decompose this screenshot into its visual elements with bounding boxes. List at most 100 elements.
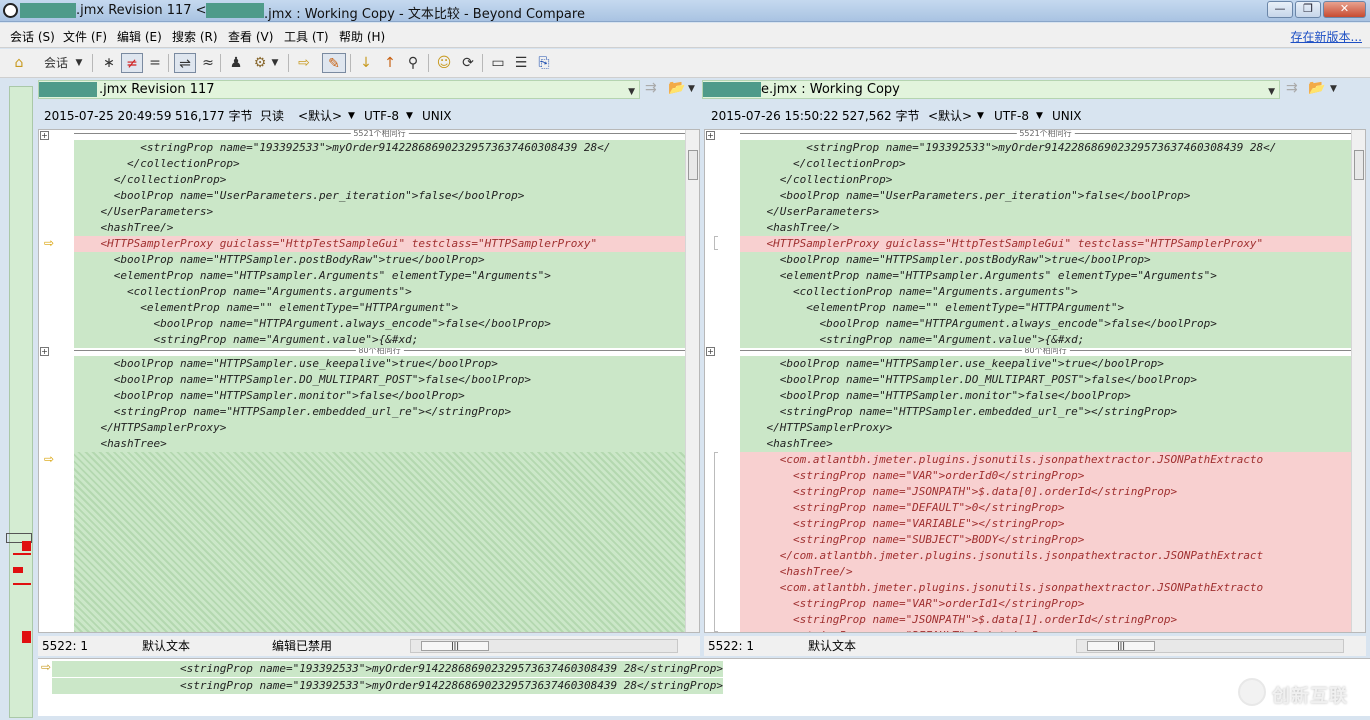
menu-help[interactable]: 帮助 (H) xyxy=(339,28,385,45)
code-line[interactable]: <boolProp name="HTTPSampler.monitor">fal… xyxy=(74,388,685,404)
code-line[interactable]: </collectionProp> xyxy=(74,156,685,172)
code-line[interactable]: <hashTree> xyxy=(740,436,1351,452)
code-line[interactable]: <hashTree/> xyxy=(740,220,1351,236)
code-line[interactable]: <stringProp name="DEFAULT">0</stringProp… xyxy=(740,500,1351,516)
eol-selector[interactable]: UNIX xyxy=(1052,104,1082,128)
code-line[interactable]: <boolProp name="HTTPSampler.monitor">fal… xyxy=(740,388,1351,404)
left-icon[interactable]: ▭ xyxy=(488,53,508,73)
expand-icon[interactable]: + xyxy=(706,131,715,140)
code-line[interactable]: </HTTPSamplerProxy> xyxy=(740,420,1351,436)
code-line[interactable]: </collectionProp> xyxy=(74,172,685,188)
menu-view[interactable]: 查看 (V) xyxy=(228,28,273,45)
code-line[interactable]: <boolProp name="HTTPSampler.postBodyRaw"… xyxy=(740,252,1351,268)
scrollbar-thumb[interactable] xyxy=(1354,150,1364,180)
all-diff-icon[interactable]: ∗ xyxy=(100,53,118,73)
code-line[interactable]: <hashTree/> xyxy=(74,220,685,236)
readonly-label[interactable]: 只读 xyxy=(260,104,284,128)
open-folder-icon[interactable]: 📂 xyxy=(668,80,685,96)
code-line[interactable]: <stringProp name="SUBJECT">BODY</stringP… xyxy=(740,532,1351,548)
expand-icon[interactable]: + xyxy=(40,347,49,356)
swap-icon[interactable]: ☺ xyxy=(434,53,454,73)
code-line[interactable]: <boolProp name="UserParameters.per_itera… xyxy=(740,188,1351,204)
next-diff-icon[interactable]: ↓ xyxy=(356,53,376,73)
fold-separator[interactable]: 5521个相同行 xyxy=(740,130,1351,140)
prev-diff-icon[interactable]: ↑ xyxy=(380,53,400,73)
format-icon[interactable]: ⚙ xyxy=(250,53,270,73)
left-text-pane[interactable]: + ⇨ + ⇨ 5521个相同行 80个相同行 <stringProp name… xyxy=(38,129,700,633)
context-icon[interactable]: ⇌ xyxy=(174,53,196,73)
find-icon[interactable]: ⚲ xyxy=(402,53,424,73)
code-line[interactable]: <boolProp name="HTTPArgument.always_enco… xyxy=(74,316,685,332)
code-line[interactable]: </HTTPSamplerProxy> xyxy=(74,420,685,436)
code-line[interactable]: </collectionProp> xyxy=(740,172,1351,188)
menu-tools[interactable]: 工具 (T) xyxy=(284,28,329,45)
chevron-down-icon[interactable]: ▼ xyxy=(628,84,635,101)
history-icon[interactable]: ⇉ xyxy=(645,80,657,96)
code-line[interactable]: <stringProp name="VAR">orderId1</stringP… xyxy=(740,596,1351,612)
code-line[interactable]: <elementProp name="HTTPsampler.Arguments… xyxy=(74,268,685,284)
minimize-button[interactable]: — xyxy=(1267,1,1293,18)
format-selector[interactable]: <默认> xyxy=(928,104,972,128)
code-line[interactable]: <collectionProp name="Arguments.argument… xyxy=(74,284,685,300)
next-icon[interactable]: ⇨ xyxy=(294,53,314,73)
middle-icon[interactable]: ☰ xyxy=(511,53,531,73)
menu-edit[interactable]: 编辑 (E) xyxy=(117,28,162,45)
scrollbar-thumb[interactable] xyxy=(688,150,698,180)
chevron-down-icon[interactable]: ▼ xyxy=(348,104,355,128)
code-line[interactable]: <stringProp name="HTTPSampler.embedded_u… xyxy=(740,404,1351,420)
rules-icon[interactable]: ♟ xyxy=(226,53,246,73)
menu-file[interactable]: 文件 (F) xyxy=(63,28,107,45)
eol-selector[interactable]: UNIX xyxy=(422,104,452,128)
overview-gutter[interactable] xyxy=(6,86,33,718)
new-version-link[interactable]: 存在新版本... xyxy=(1291,28,1362,45)
line-detail-pane[interactable]: ⇨ <stringProp name="193392533">myOrder91… xyxy=(38,658,1370,716)
code-line[interactable]: <stringProp name="193392533">myOrder9142… xyxy=(740,140,1351,156)
code-line[interactable]: <stringProp name="HTTPSampler.embedded_u… xyxy=(74,404,685,420)
code-line[interactable]: </UserParameters> xyxy=(74,204,685,220)
right-vertical-scrollbar[interactable] xyxy=(1351,130,1365,632)
left-vertical-scrollbar[interactable] xyxy=(685,130,699,632)
code-line[interactable]: <boolProp name="HTTPArgument.always_enco… xyxy=(740,316,1351,332)
chevron-down-icon[interactable]: ▼ xyxy=(1036,104,1043,128)
session-button[interactable]: 会话 xyxy=(40,53,72,73)
format-selector[interactable]: <默认> xyxy=(298,104,342,128)
edit-icon[interactable]: ✎ xyxy=(322,53,346,73)
code-line[interactable]: <boolProp name="HTTPSampler.use_keepaliv… xyxy=(74,356,685,372)
code-line[interactable]: </collectionProp> xyxy=(740,156,1351,172)
code-line[interactable]: <stringProp name="JSONPATH">$.data[1].or… xyxy=(740,612,1351,628)
code-line[interactable]: <boolProp name="HTTPSampler.DO_MULTIPART… xyxy=(74,372,685,388)
chevron-down-icon[interactable]: ▼ xyxy=(74,53,84,73)
code-line[interactable]: <boolProp name="HTTPSampler.use_keepaliv… xyxy=(740,356,1351,372)
left-path-field[interactable]: .jmx Revision 117 ▼ xyxy=(38,80,640,99)
code-line[interactable]: <stringProp name="Argument.value">{&#xd; xyxy=(740,332,1351,348)
chevron-down-icon[interactable]: ▼ xyxy=(977,104,984,128)
refresh-icon[interactable]: ⟳ xyxy=(458,53,478,73)
code-line[interactable]: <stringProp name="JSONPATH">$.data[0].or… xyxy=(740,484,1351,500)
chevron-down-icon[interactable]: ▼ xyxy=(406,104,413,128)
code-line[interactable]: </com.atlantbh.jmeter.plugins.jsonutils.… xyxy=(740,548,1351,564)
encoding-selector[interactable]: UTF-8 xyxy=(364,104,399,128)
left-horizontal-scrollbar[interactable]: ||| xyxy=(410,639,678,653)
home-icon[interactable]: ⌂ xyxy=(8,53,30,73)
code-line[interactable]: <stringProp name="193392533">myOrder9142… xyxy=(74,140,685,156)
code-line[interactable]: <elementProp name="" elementType="HTTPAr… xyxy=(740,300,1351,316)
code-line[interactable]: <stringProp name="VARIABLE"></stringProp… xyxy=(740,516,1351,532)
same-icon[interactable]: = xyxy=(146,53,164,73)
code-line[interactable]: <com.atlantbh.jmeter.plugins.jsonutils.j… xyxy=(740,452,1351,468)
code-line[interactable]: <elementProp name="HTTPsampler.Arguments… xyxy=(740,268,1351,284)
code-line[interactable]: <HTTPSamplerProxy guiclass="HttpTestSamp… xyxy=(74,236,685,252)
scrollbar-thumb[interactable]: ||| xyxy=(1087,641,1155,651)
code-line[interactable]: <stringProp name="DEFAULT">0</stringProp… xyxy=(740,628,1351,632)
encoding-selector[interactable]: UTF-8 xyxy=(994,104,1029,128)
code-line[interactable]: <HTTPSamplerProxy guiclass="HttpTestSamp… xyxy=(740,236,1351,252)
chevron-down-icon[interactable]: ▼ xyxy=(270,53,280,73)
code-line[interactable]: <hashTree> xyxy=(74,436,685,452)
expand-icon[interactable]: + xyxy=(40,131,49,140)
menu-search[interactable]: 搜索 (R) xyxy=(172,28,218,45)
code-line[interactable]: <com.atlantbh.jmeter.plugins.jsonutils.j… xyxy=(740,580,1351,596)
code-line[interactable]: </UserParameters> xyxy=(740,204,1351,220)
code-line[interactable]: <boolProp name="HTTPSampler.postBodyRaw"… xyxy=(74,252,685,268)
minor-icon[interactable]: ≈ xyxy=(199,53,217,73)
code-line[interactable]: <hashTree/> xyxy=(740,564,1351,580)
close-button[interactable]: ✕ xyxy=(1323,1,1366,18)
